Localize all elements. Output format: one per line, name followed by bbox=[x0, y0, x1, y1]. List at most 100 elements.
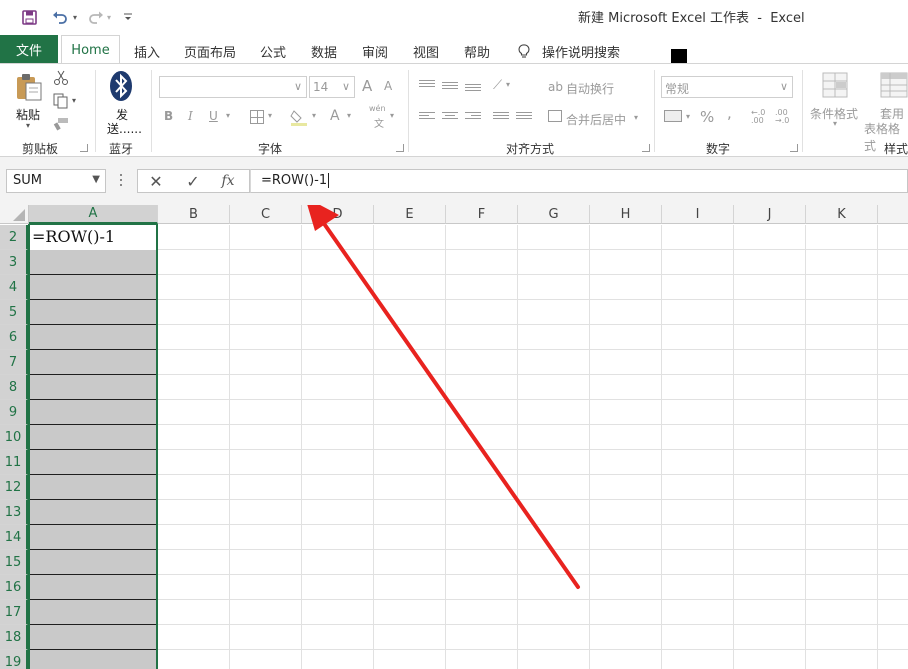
tab-view[interactable]: 视图 bbox=[406, 38, 446, 64]
align-center-icon[interactable] bbox=[442, 112, 458, 124]
alignment-group-label: 对齐方式 bbox=[505, 142, 554, 156]
customize-qat-icon[interactable] bbox=[120, 8, 136, 26]
paste-icon[interactable] bbox=[14, 72, 44, 102]
group-divider bbox=[802, 70, 803, 152]
chevron-down-icon[interactable]: ▼ bbox=[92, 174, 100, 185]
format-painter-icon[interactable] bbox=[53, 117, 69, 131]
chevron-down-icon[interactable]: ▾ bbox=[268, 111, 272, 120]
tab-file[interactable]: 文件 bbox=[0, 35, 58, 63]
font-size-value: 14 bbox=[313, 80, 329, 94]
lightbulb-icon bbox=[514, 38, 534, 64]
cut-icon[interactable] bbox=[53, 70, 69, 86]
tab-data[interactable]: 数据 bbox=[304, 38, 344, 64]
enter-icon[interactable]: ✓ bbox=[182, 169, 204, 193]
worksheet-grid[interactable]: ABCDEFGHIJK 2 3 4 5 6 7 8 9 10 11 12 13 14 15 16 17 18 19… bbox=[0, 205, 908, 669]
tab-page-layout[interactable]: 页面布局 bbox=[178, 38, 242, 64]
grow-font-icon[interactable]: A bbox=[362, 77, 372, 95]
styles-group-label: 样式 bbox=[883, 142, 908, 156]
fill-color-icon[interactable] bbox=[290, 108, 308, 126]
cancel-icon[interactable]: ✕ bbox=[145, 169, 167, 193]
tab-help[interactable]: 帮助 bbox=[457, 38, 497, 64]
ribbon-tabs: 文件 Home 插入 页面布局 公式 数据 审阅 视图 帮助 操作说明搜索 bbox=[0, 33, 908, 65]
increase-indent-icon[interactable] bbox=[516, 112, 532, 124]
save-icon[interactable] bbox=[20, 8, 38, 26]
chevron-down-icon[interactable]: ▾ bbox=[390, 111, 394, 120]
phonetic-top[interactable]: wén bbox=[369, 104, 386, 113]
formula-bar: SUM ▼ ✕ ✓ fx =ROW()-1 bbox=[0, 157, 908, 205]
conditional-formatting-icon[interactable] bbox=[822, 72, 848, 98]
copy-dropdown-icon[interactable]: ▾ bbox=[72, 96, 76, 105]
chevron-down-icon[interactable]: ▾ bbox=[833, 119, 837, 128]
shrink-font-icon[interactable]: A bbox=[384, 79, 392, 93]
font-launcher-icon[interactable] bbox=[396, 144, 404, 152]
group-divider bbox=[408, 70, 409, 152]
orientation-icon[interactable]: ⟋ bbox=[493, 78, 502, 93]
align-bottom-icon[interactable] bbox=[465, 84, 481, 96]
wrap-text-icon[interactable]: ab bbox=[548, 80, 563, 94]
insert-function-icon[interactable]: fx bbox=[217, 169, 239, 193]
group-divider bbox=[654, 70, 655, 152]
increase-decimal-button[interactable]: ←.0 .00 bbox=[751, 109, 769, 125]
tab-insert[interactable]: 插入 bbox=[127, 38, 167, 64]
undo-dropdown-icon[interactable]: ▾ bbox=[70, 8, 80, 26]
clipboard-group-label: 剪贴板 bbox=[21, 142, 58, 156]
align-middle-icon[interactable] bbox=[442, 82, 458, 94]
align-left-icon[interactable] bbox=[419, 112, 435, 124]
group-divider bbox=[95, 70, 96, 152]
chevron-down-icon[interactable]: ▾ bbox=[506, 80, 510, 89]
italic-button[interactable]: I bbox=[188, 109, 193, 123]
number-format-combo[interactable]: 常规 ∨ bbox=[661, 76, 793, 98]
chevron-down-icon[interactable]: ▾ bbox=[634, 113, 638, 122]
decrease-decimal-button[interactable]: .00 →.0 bbox=[775, 109, 793, 125]
merge-center-icon[interactable] bbox=[548, 110, 562, 122]
tell-me-search[interactable]: 操作说明搜索 bbox=[538, 38, 624, 64]
font-name-combo[interactable]: ∨ bbox=[159, 76, 307, 98]
number-launcher-icon[interactable] bbox=[790, 144, 798, 152]
name-box[interactable]: SUM ▼ bbox=[6, 169, 106, 193]
alignment-launcher-icon[interactable] bbox=[642, 144, 650, 152]
borders-icon[interactable] bbox=[250, 110, 264, 124]
tab-formulas[interactable]: 公式 bbox=[253, 38, 293, 64]
annotation-arrow bbox=[307, 205, 580, 589]
currency-icon[interactable] bbox=[664, 110, 682, 122]
bluetooth-group-label: 蓝牙 bbox=[108, 142, 133, 156]
bold-button[interactable]: B bbox=[164, 109, 173, 123]
merge-center-button[interactable]: 合并后居中 bbox=[566, 111, 626, 128]
tab-review[interactable]: 审阅 bbox=[355, 38, 395, 64]
clipboard-launcher-icon[interactable] bbox=[80, 144, 88, 152]
chevron-down-icon: ∨ bbox=[779, 80, 788, 93]
font-group-label: 字体 bbox=[257, 142, 282, 156]
ribbon: 粘贴 ▾ ▾ 剪贴板 发 送...... 蓝牙 ∨ 14 ∨ A A B I U… bbox=[0, 63, 908, 157]
comma-button[interactable]: , bbox=[727, 104, 732, 122]
phonetic-bottom[interactable]: 文 bbox=[374, 115, 384, 130]
undo-icon[interactable] bbox=[50, 8, 70, 26]
format-as-table-icon[interactable] bbox=[880, 72, 908, 98]
bluetooth-icon[interactable] bbox=[109, 70, 133, 102]
redo-icon[interactable] bbox=[86, 8, 106, 26]
name-box-value: SUM bbox=[13, 173, 42, 188]
underline-button[interactable]: U bbox=[209, 109, 218, 123]
percent-button[interactable]: % bbox=[700, 108, 714, 126]
chevron-down-icon[interactable]: ▾ bbox=[686, 112, 690, 121]
font-color-icon[interactable]: A bbox=[330, 108, 340, 124]
formula-bar-grip-icon[interactable] bbox=[120, 174, 123, 188]
decrease-indent-icon[interactable] bbox=[493, 112, 509, 124]
chevron-down-icon[interactable]: ▾ bbox=[312, 111, 316, 120]
number-format-value: 常规 bbox=[665, 82, 690, 96]
wrap-text-button[interactable]: 自动换行 bbox=[566, 80, 614, 97]
align-top-icon[interactable] bbox=[419, 80, 435, 92]
paste-dropdown-icon[interactable]: ▾ bbox=[26, 121, 30, 130]
font-size-combo[interactable]: 14 ∨ bbox=[309, 76, 355, 98]
copy-icon[interactable] bbox=[53, 93, 69, 109]
tab-home[interactable]: Home bbox=[61, 35, 120, 65]
formula-input[interactable]: =ROW()-1 bbox=[250, 169, 908, 193]
text-caret bbox=[328, 173, 330, 188]
chevron-down-icon[interactable]: ▾ bbox=[347, 111, 351, 120]
chevron-down-icon[interactable]: ▾ bbox=[226, 111, 230, 120]
chevron-down-icon: ∨ bbox=[341, 80, 350, 93]
redo-dropdown-icon[interactable]: ▾ bbox=[104, 8, 114, 26]
send-label-2[interactable]: 送...... bbox=[107, 120, 142, 137]
chevron-down-icon: ∨ bbox=[293, 80, 302, 93]
align-right-icon[interactable] bbox=[465, 112, 481, 124]
number-group-label: 数字 bbox=[705, 142, 730, 156]
